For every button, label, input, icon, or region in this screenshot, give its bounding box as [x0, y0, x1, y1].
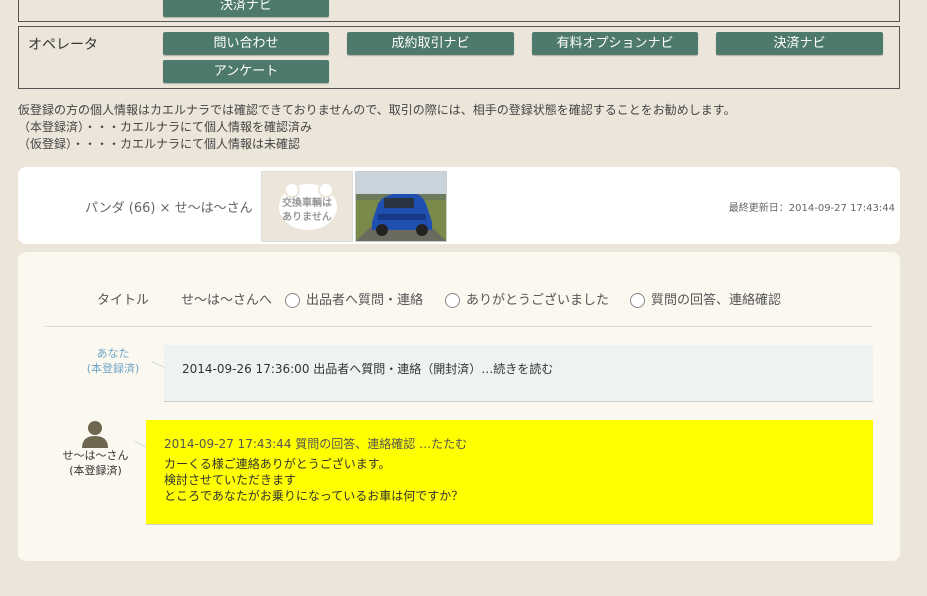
last-updated: 最終更新日：2014-09-27 17:43:44	[728, 203, 895, 214]
message-body: カーくる様ご連絡ありがとうございます。 検討させていただきます ところであなたが…	[164, 456, 463, 504]
radio-icon[interactable]	[285, 293, 300, 308]
nav-button-payment-navi[interactable]: 決済ナビ	[716, 32, 883, 55]
radio-icon[interactable]	[630, 293, 645, 308]
title-label: タイトル	[97, 293, 150, 308]
option-question-radio[interactable]: 出品者へ質問・連絡	[285, 289, 423, 308]
option-thanks-radio[interactable]: ありがとうございました	[445, 289, 609, 308]
divider	[45, 326, 873, 327]
message-collapsed[interactable]: 2014-09-26 17:36:00 出品者へ質問・連絡（開封済）…続きを読む	[164, 345, 873, 402]
notice-line-3: （仮登録）・・・・カエルナラにて個人情報は未確認	[18, 137, 301, 151]
message-line: カーくる様ご連絡ありがとうございます。	[164, 457, 391, 471]
nav-button-contract-navi[interactable]: 成約取引ナビ	[347, 32, 514, 55]
message-expanded: 2014-09-27 17:43:44 質問の回答、連絡確認 …たたむ カーくる…	[146, 420, 873, 525]
option-thanks-label: ありがとうございました	[466, 293, 610, 308]
sender-status: (本登録済)	[86, 362, 140, 375]
message-line: ところであなたがお乗りになっているお車は何ですか？	[164, 489, 464, 503]
registration-notice: 仮登録の方の個人情報はカエルナラでは確認できておりませんので、取引の際には、相手…	[18, 102, 918, 153]
sender-status: (本登録済)	[69, 464, 122, 477]
option-question-label: 出品者へ質問・連絡	[306, 293, 424, 308]
nav-button-survey[interactable]: アンケート	[163, 60, 329, 83]
avatar	[80, 420, 110, 448]
listing-card: パンダ (66) × せ〜は〜さん 交換車輌は ありません 最終更新日：2014…	[18, 167, 900, 244]
message-header[interactable]: 2014-09-27 17:43:44 質問の回答、連絡確認 …たたむ	[164, 436, 467, 452]
radio-icon[interactable]	[445, 293, 460, 308]
message-header[interactable]: 2014-09-26 17:36:00 出品者へ質問・連絡（開封済）…続きを読む	[182, 361, 553, 377]
notice-line-1: 仮登録の方の個人情報はカエルナラでは確認できておりませんので、取引の際には、相手…	[18, 103, 736, 117]
sender-name: あなた	[96, 347, 130, 360]
listing-title[interactable]: パンダ (66) × せ〜は〜さん	[85, 197, 253, 216]
sender-name: せ〜は〜さん	[62, 449, 129, 462]
nav-button-paid-option-navi[interactable]: 有料オプションナビ	[532, 32, 698, 55]
nav-button-inquiry[interactable]: 問い合わせ	[163, 32, 329, 55]
no-image-text-2: ありません	[282, 212, 332, 223]
no-image-text-1: 交換車輌は	[282, 198, 332, 209]
option-answer-radio[interactable]: 質問の回答、連絡確認	[630, 289, 781, 308]
car-photo[interactable]	[355, 171, 447, 242]
sender-you: あなた (本登録済)	[78, 346, 148, 376]
recipient-label: せ〜は〜さんへ	[181, 293, 273, 308]
nav-box-top	[18, 0, 900, 22]
message-panel: タイトル せ〜は〜さんへ 出品者へ質問・連絡 ありがとうございました 質問の回答…	[18, 252, 900, 561]
bubble-tail-icon	[151, 361, 165, 368]
option-answer-label: 質問の回答、連絡確認	[651, 293, 782, 308]
user-icon	[82, 421, 108, 448]
sender-partner: せ〜は〜さん (本登録済)	[58, 448, 133, 478]
no-exchange-vehicle-image: 交換車輌は ありません	[261, 171, 353, 242]
nav-button-payment-partial[interactable]: 決済ナビ	[163, 0, 329, 17]
operator-label: オペレータ	[28, 37, 98, 53]
message-line: 検討させていただきます	[164, 473, 297, 487]
notice-line-2: （本登録済）・・・カエルナラにて個人情報を確認済み	[18, 120, 313, 134]
